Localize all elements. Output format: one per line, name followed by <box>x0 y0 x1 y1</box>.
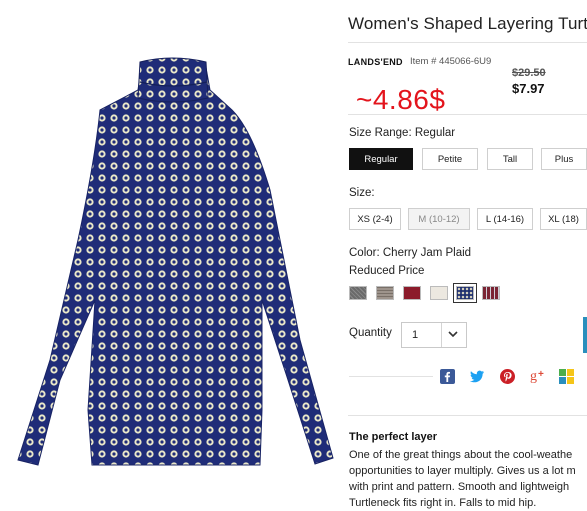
color-swatch-burgundy[interactable] <box>403 286 421 300</box>
color-swatch-beige-plaid[interactable] <box>376 286 394 300</box>
product-image[interactable] <box>0 40 335 500</box>
quantity-label: Quantity <box>349 327 392 339</box>
reduced-price-note: Reduced Price <box>349 265 425 277</box>
size-l-button[interactable]: L (14-16) <box>477 208 533 230</box>
description-heading: The perfect layer <box>349 431 438 443</box>
brand-logo: LANDS'END <box>348 57 403 67</box>
item-number: Item # 445066-6U9 <box>410 56 492 67</box>
svg-text:+: + <box>538 369 544 380</box>
twitter-icon[interactable] <box>469 369 484 384</box>
title-divider <box>348 42 587 43</box>
description-line-1: One of the great things about the cool-w… <box>349 449 573 461</box>
size-range-petite-button[interactable]: Petite <box>422 148 478 170</box>
quantity-select[interactable]: 1 <box>401 322 467 348</box>
product-title: Women's Shaped Layering Turt <box>348 14 587 33</box>
quantity-separator <box>441 323 442 347</box>
color-swatch-cream[interactable] <box>430 286 448 300</box>
price-divider <box>348 114 587 115</box>
description-line-4: Turtleneck fits right in. Falls to mid h… <box>349 497 537 509</box>
original-price: $29.50 <box>512 67 546 79</box>
size-range-plus-button[interactable]: Plus <box>541 148 587 170</box>
description-divider <box>348 415 587 416</box>
size-range-tall-button[interactable]: Tall <box>487 148 533 170</box>
color-swatch-cherry-jam-plaid[interactable] <box>482 286 500 300</box>
size-m-button[interactable]: M (10-12) <box>408 208 470 230</box>
share-divider <box>349 376 433 377</box>
chevron-down-icon <box>448 327 458 344</box>
svg-text:g: g <box>530 369 537 384</box>
color-swatch-navy-dot[interactable] <box>453 283 477 303</box>
quantity-value: 1 <box>412 329 419 341</box>
size-xl-button[interactable]: XL (18) <box>540 208 587 230</box>
description-line-2: opportunities to layer multiply. Gives u… <box>349 465 576 477</box>
overlay-price-annotation: ~4.86$ <box>356 84 446 115</box>
description-line-3: with print and pattern. Smooth and light… <box>349 481 570 493</box>
color-label: Color: Cherry Jam Plaid <box>349 247 472 259</box>
size-xs-button[interactable]: XS (2-4) <box>349 208 401 230</box>
size-label: Size: <box>349 187 375 199</box>
color-swatch-gray[interactable] <box>349 286 367 300</box>
add-to-bag-button-edge[interactable] <box>583 317 587 353</box>
sale-price: $7.97 <box>512 81 545 96</box>
turtleneck-shirt-image <box>17 57 334 466</box>
size-range-label: Size Range: Regular <box>349 127 456 139</box>
facebook-icon[interactable] <box>440 369 455 384</box>
pinterest-icon[interactable] <box>500 369 515 384</box>
size-range-regular-button[interactable]: Regular <box>349 148 413 170</box>
google-plus-icon[interactable]: g + <box>530 367 545 384</box>
fancy-icon[interactable] <box>559 369 574 384</box>
